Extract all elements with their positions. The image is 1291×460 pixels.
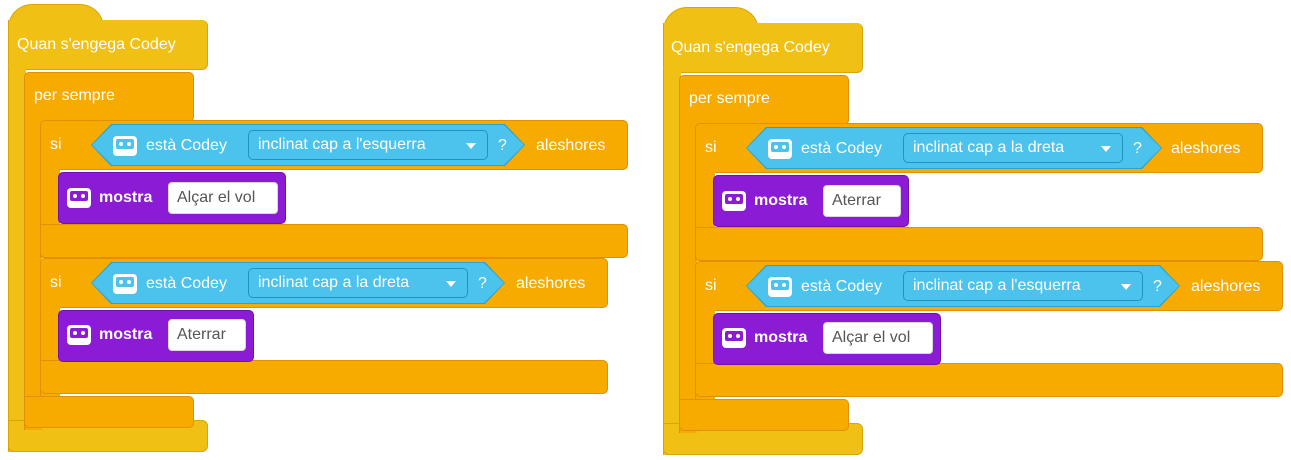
question-mark: ? (498, 137, 507, 154)
show-text-value: Aterrar (177, 326, 226, 343)
codey-icon (722, 191, 746, 211)
codey-icon (67, 188, 91, 208)
looks-label: mostra (754, 192, 808, 209)
script-1: Quan s'engega Codey per sempre si està C… (0, 0, 640, 460)
dropdown-value: inclinat cap a la dreta (258, 274, 410, 291)
script-2: Quan s'engega Codey per sempre si està C… (655, 3, 1291, 460)
show-text-field[interactable]: Aterrar (168, 319, 246, 351)
codey-icon (768, 277, 792, 297)
chevron-down-icon (1101, 146, 1111, 152)
tilt-direction-dropdown[interactable]: inclinat cap a la dreta (903, 133, 1123, 163)
sensing-label: està Codey (146, 137, 227, 154)
looks-label: mostra (99, 326, 153, 343)
forever-footer (679, 399, 849, 431)
show-text-value: Alçar el vol (832, 329, 911, 346)
show-text-value: Alçar el vol (177, 189, 256, 206)
then-label: aleshores (1171, 140, 1241, 157)
show-text-field[interactable]: Aterrar (823, 185, 901, 217)
sensing-label: està Codey (801, 140, 882, 157)
sensing-label: està Codey (146, 275, 227, 292)
chevron-down-icon (1121, 284, 1131, 290)
show-text-value: Aterrar (832, 192, 881, 209)
then-label: aleshores (1191, 278, 1261, 295)
hat-label: Quan s'engega Codey (17, 36, 176, 53)
forever-label: per sempre (34, 87, 115, 104)
codey-icon (113, 274, 137, 294)
then-label: aleshores (516, 275, 586, 292)
then-label: aleshores (536, 137, 606, 154)
chevron-down-icon (466, 143, 476, 149)
question-mark: ? (1153, 278, 1162, 295)
dropdown-value: inclinat cap a la dreta (913, 139, 1065, 156)
codey-icon (113, 136, 137, 156)
if-footer (40, 360, 608, 394)
if-footer (695, 227, 1263, 261)
if-label: si (705, 277, 717, 294)
show-text-field[interactable]: Alçar el vol (168, 182, 278, 214)
if-label: si (50, 136, 62, 153)
codey-icon (67, 325, 91, 345)
codey-icon (768, 139, 792, 159)
tilt-direction-dropdown[interactable]: inclinat cap a la dreta (248, 268, 468, 298)
sensing-label: està Codey (801, 278, 882, 295)
if-footer (40, 224, 628, 258)
codey-icon (722, 328, 746, 348)
question-mark: ? (478, 275, 487, 292)
tilt-direction-dropdown[interactable]: inclinat cap a l'esquerra (248, 130, 488, 160)
dropdown-value: inclinat cap a l'esquerra (913, 277, 1081, 294)
looks-label: mostra (99, 189, 153, 206)
question-mark: ? (1133, 140, 1142, 157)
forever-label: per sempre (689, 90, 770, 107)
if-label: si (50, 274, 62, 291)
dropdown-value: inclinat cap a l'esquerra (258, 136, 426, 153)
show-text-field[interactable]: Alçar el vol (823, 322, 933, 354)
chevron-down-icon (446, 281, 456, 287)
if-footer (695, 363, 1283, 397)
if-label: si (705, 139, 717, 156)
hat-label: Quan s'engega Codey (671, 39, 830, 56)
forever-footer (24, 396, 194, 428)
tilt-direction-dropdown[interactable]: inclinat cap a l'esquerra (903, 271, 1143, 301)
looks-label: mostra (754, 329, 808, 346)
